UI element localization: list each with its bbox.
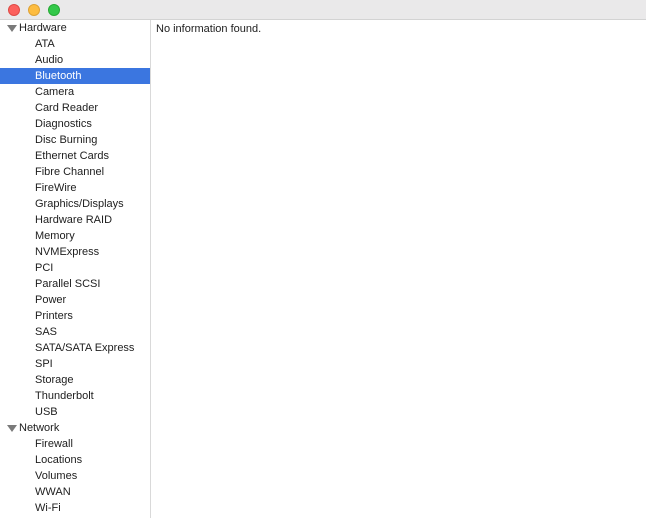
- sidebar-item-bluetooth[interactable]: Bluetooth: [0, 68, 150, 84]
- sidebar-source-list[interactable]: Hardware ATA Audio Bluetooth Camera Card Read…: [0, 20, 151, 518]
- sidebar-group-hardware[interactable]: Hardware: [0, 20, 150, 36]
- sidebar-item-usb[interactable]: USB: [0, 404, 150, 420]
- disclosure-triangle-icon[interactable]: [7, 25, 17, 32]
- sidebar-item-disc-burning[interactable]: Disc Burning: [0, 132, 150, 148]
- sidebar-item-power[interactable]: Power: [0, 292, 150, 308]
- sidebar-item-printers[interactable]: Printers: [0, 308, 150, 324]
- sidebar-item-memory[interactable]: Memory: [0, 228, 150, 244]
- sidebar-item-graphics-displays[interactable]: Graphics/Displays: [0, 196, 150, 212]
- sidebar-item-diagnostics[interactable]: Diagnostics: [0, 116, 150, 132]
- sidebar-item-camera[interactable]: Camera: [0, 84, 150, 100]
- zoom-window-button[interactable]: [48, 4, 60, 16]
- sidebar-item-audio[interactable]: Audio: [0, 52, 150, 68]
- sidebar-item-wwan[interactable]: WWAN: [0, 484, 150, 500]
- sidebar-item-parallel-scsi[interactable]: Parallel SCSI: [0, 276, 150, 292]
- sidebar-item-storage[interactable]: Storage: [0, 372, 150, 388]
- sidebar-item-sata-sata-express[interactable]: SATA/SATA Express: [0, 340, 150, 356]
- sidebar-item-wi-fi[interactable]: Wi-Fi: [0, 500, 150, 516]
- disclosure-triangle-icon[interactable]: [7, 425, 17, 432]
- sidebar-item-pci[interactable]: PCI: [0, 260, 150, 276]
- detail-pane: No information found.: [151, 20, 646, 518]
- sidebar-group-label: Hardware: [19, 22, 67, 34]
- sidebar-item-card-reader[interactable]: Card Reader: [0, 100, 150, 116]
- sidebar-item-fibre-channel[interactable]: Fibre Channel: [0, 164, 150, 180]
- sidebar-item-locations[interactable]: Locations: [0, 452, 150, 468]
- sidebar-item-ata[interactable]: ATA: [0, 36, 150, 52]
- sidebar-item-firewall[interactable]: Firewall: [0, 436, 150, 452]
- sidebar-group-label: Network: [19, 422, 60, 434]
- sidebar-item-volumes[interactable]: Volumes: [0, 468, 150, 484]
- sidebar-item-nvmexpress[interactable]: NVMExpress: [0, 244, 150, 260]
- empty-state-message: No information found.: [156, 23, 262, 35]
- title-bar: [0, 0, 646, 20]
- sidebar-item-spi[interactable]: SPI: [0, 356, 150, 372]
- sidebar-item-hardware-raid[interactable]: Hardware RAID: [0, 212, 150, 228]
- minimize-window-button[interactable]: [28, 4, 40, 16]
- sidebar-item-ethernet-cards[interactable]: Ethernet Cards: [0, 148, 150, 164]
- sidebar-item-thunderbolt[interactable]: Thunderbolt: [0, 388, 150, 404]
- close-window-button[interactable]: [8, 4, 20, 16]
- sidebar-item-firewire[interactable]: FireWire: [0, 180, 150, 196]
- sidebar-item-sas[interactable]: SAS: [0, 324, 150, 340]
- sidebar-group-network[interactable]: Network: [0, 420, 150, 436]
